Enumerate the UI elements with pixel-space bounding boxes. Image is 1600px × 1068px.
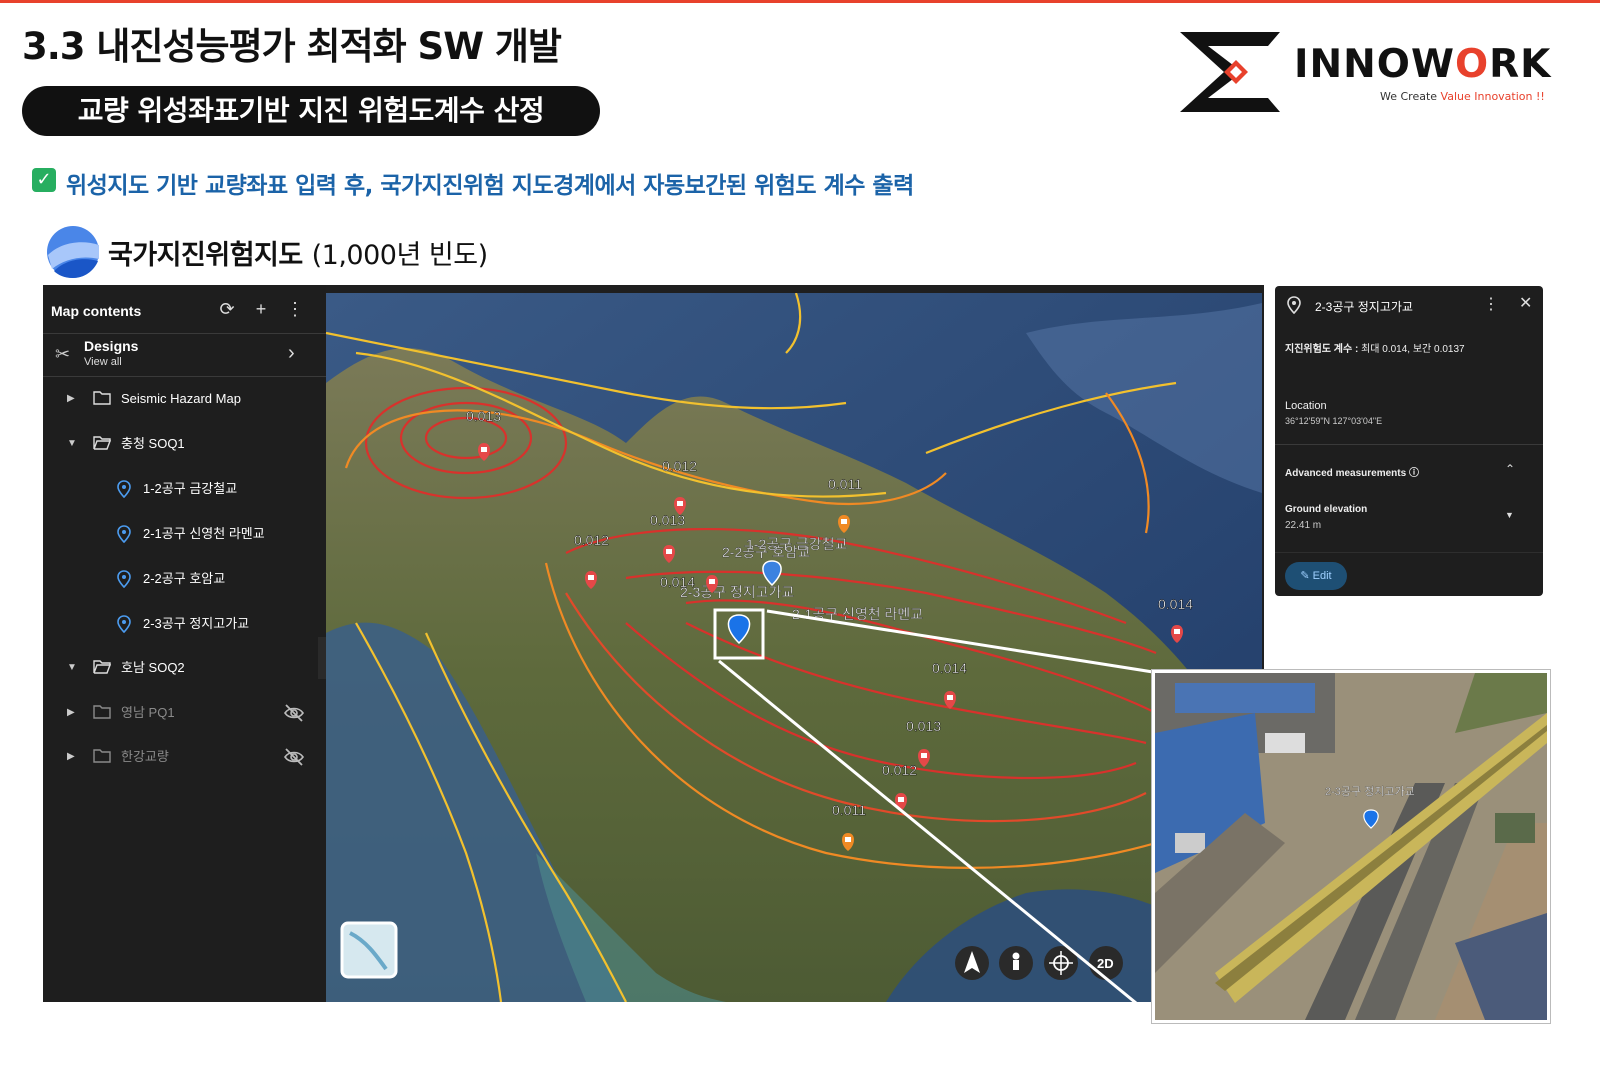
zoom-inset: 2-3공구 정지고가교 — [1152, 670, 1550, 1023]
factory-roof — [1175, 683, 1315, 713]
inset-label: 2-3공구 정지고가교 — [1325, 785, 1415, 798]
aerial-photo: 2-3공구 정지고가교 — [1155, 673, 1547, 1020]
